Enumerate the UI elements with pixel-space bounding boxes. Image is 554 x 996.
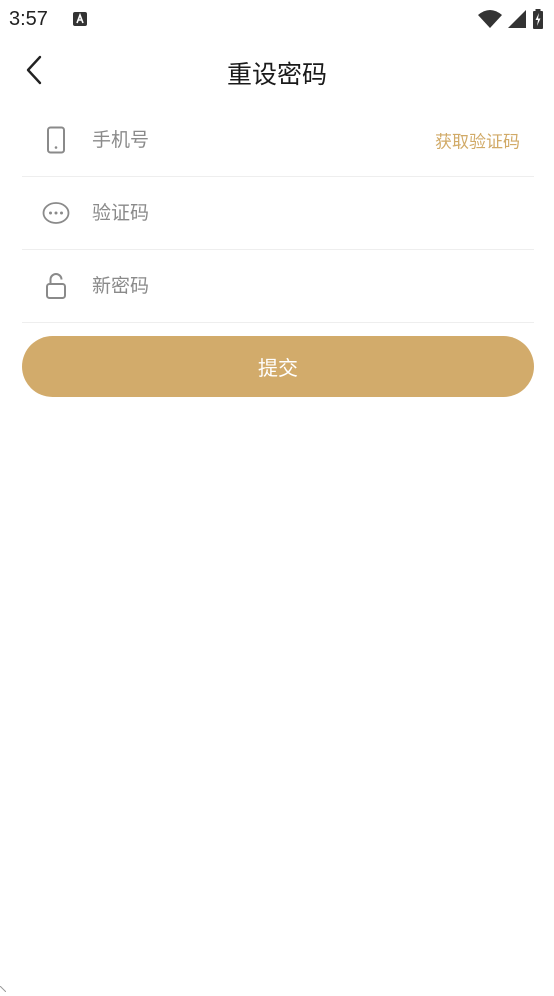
battery-charging-icon bbox=[532, 9, 544, 33]
status-icons bbox=[478, 9, 544, 33]
code-input[interactable] bbox=[92, 177, 512, 249]
code-row bbox=[22, 177, 534, 250]
phone-row: 获取验证码 bbox=[22, 104, 534, 177]
status-bar: 3:57 bbox=[0, 0, 554, 38]
page-title: 重设密码 bbox=[226, 60, 327, 89]
submit-button[interactable]: 提交 bbox=[22, 336, 534, 397]
header: 重设密码 bbox=[0, 38, 554, 104]
new-password-row bbox=[22, 250, 534, 323]
status-time: 3:57 bbox=[9, 8, 48, 30]
new-password-input[interactable] bbox=[92, 250, 512, 322]
get-code-button[interactable]: 获取验证码 bbox=[435, 128, 520, 153]
message-dots-icon bbox=[40, 197, 72, 229]
a-notification-icon bbox=[73, 11, 87, 30]
corner-mark-icon bbox=[0, 977, 7, 993]
wifi-icon bbox=[478, 9, 502, 33]
phone-icon bbox=[40, 124, 72, 156]
signal-icon bbox=[508, 10, 526, 32]
reset-password-form: 获取验证码 bbox=[22, 104, 534, 323]
phone-input[interactable] bbox=[92, 104, 412, 176]
unlock-icon bbox=[40, 270, 72, 302]
